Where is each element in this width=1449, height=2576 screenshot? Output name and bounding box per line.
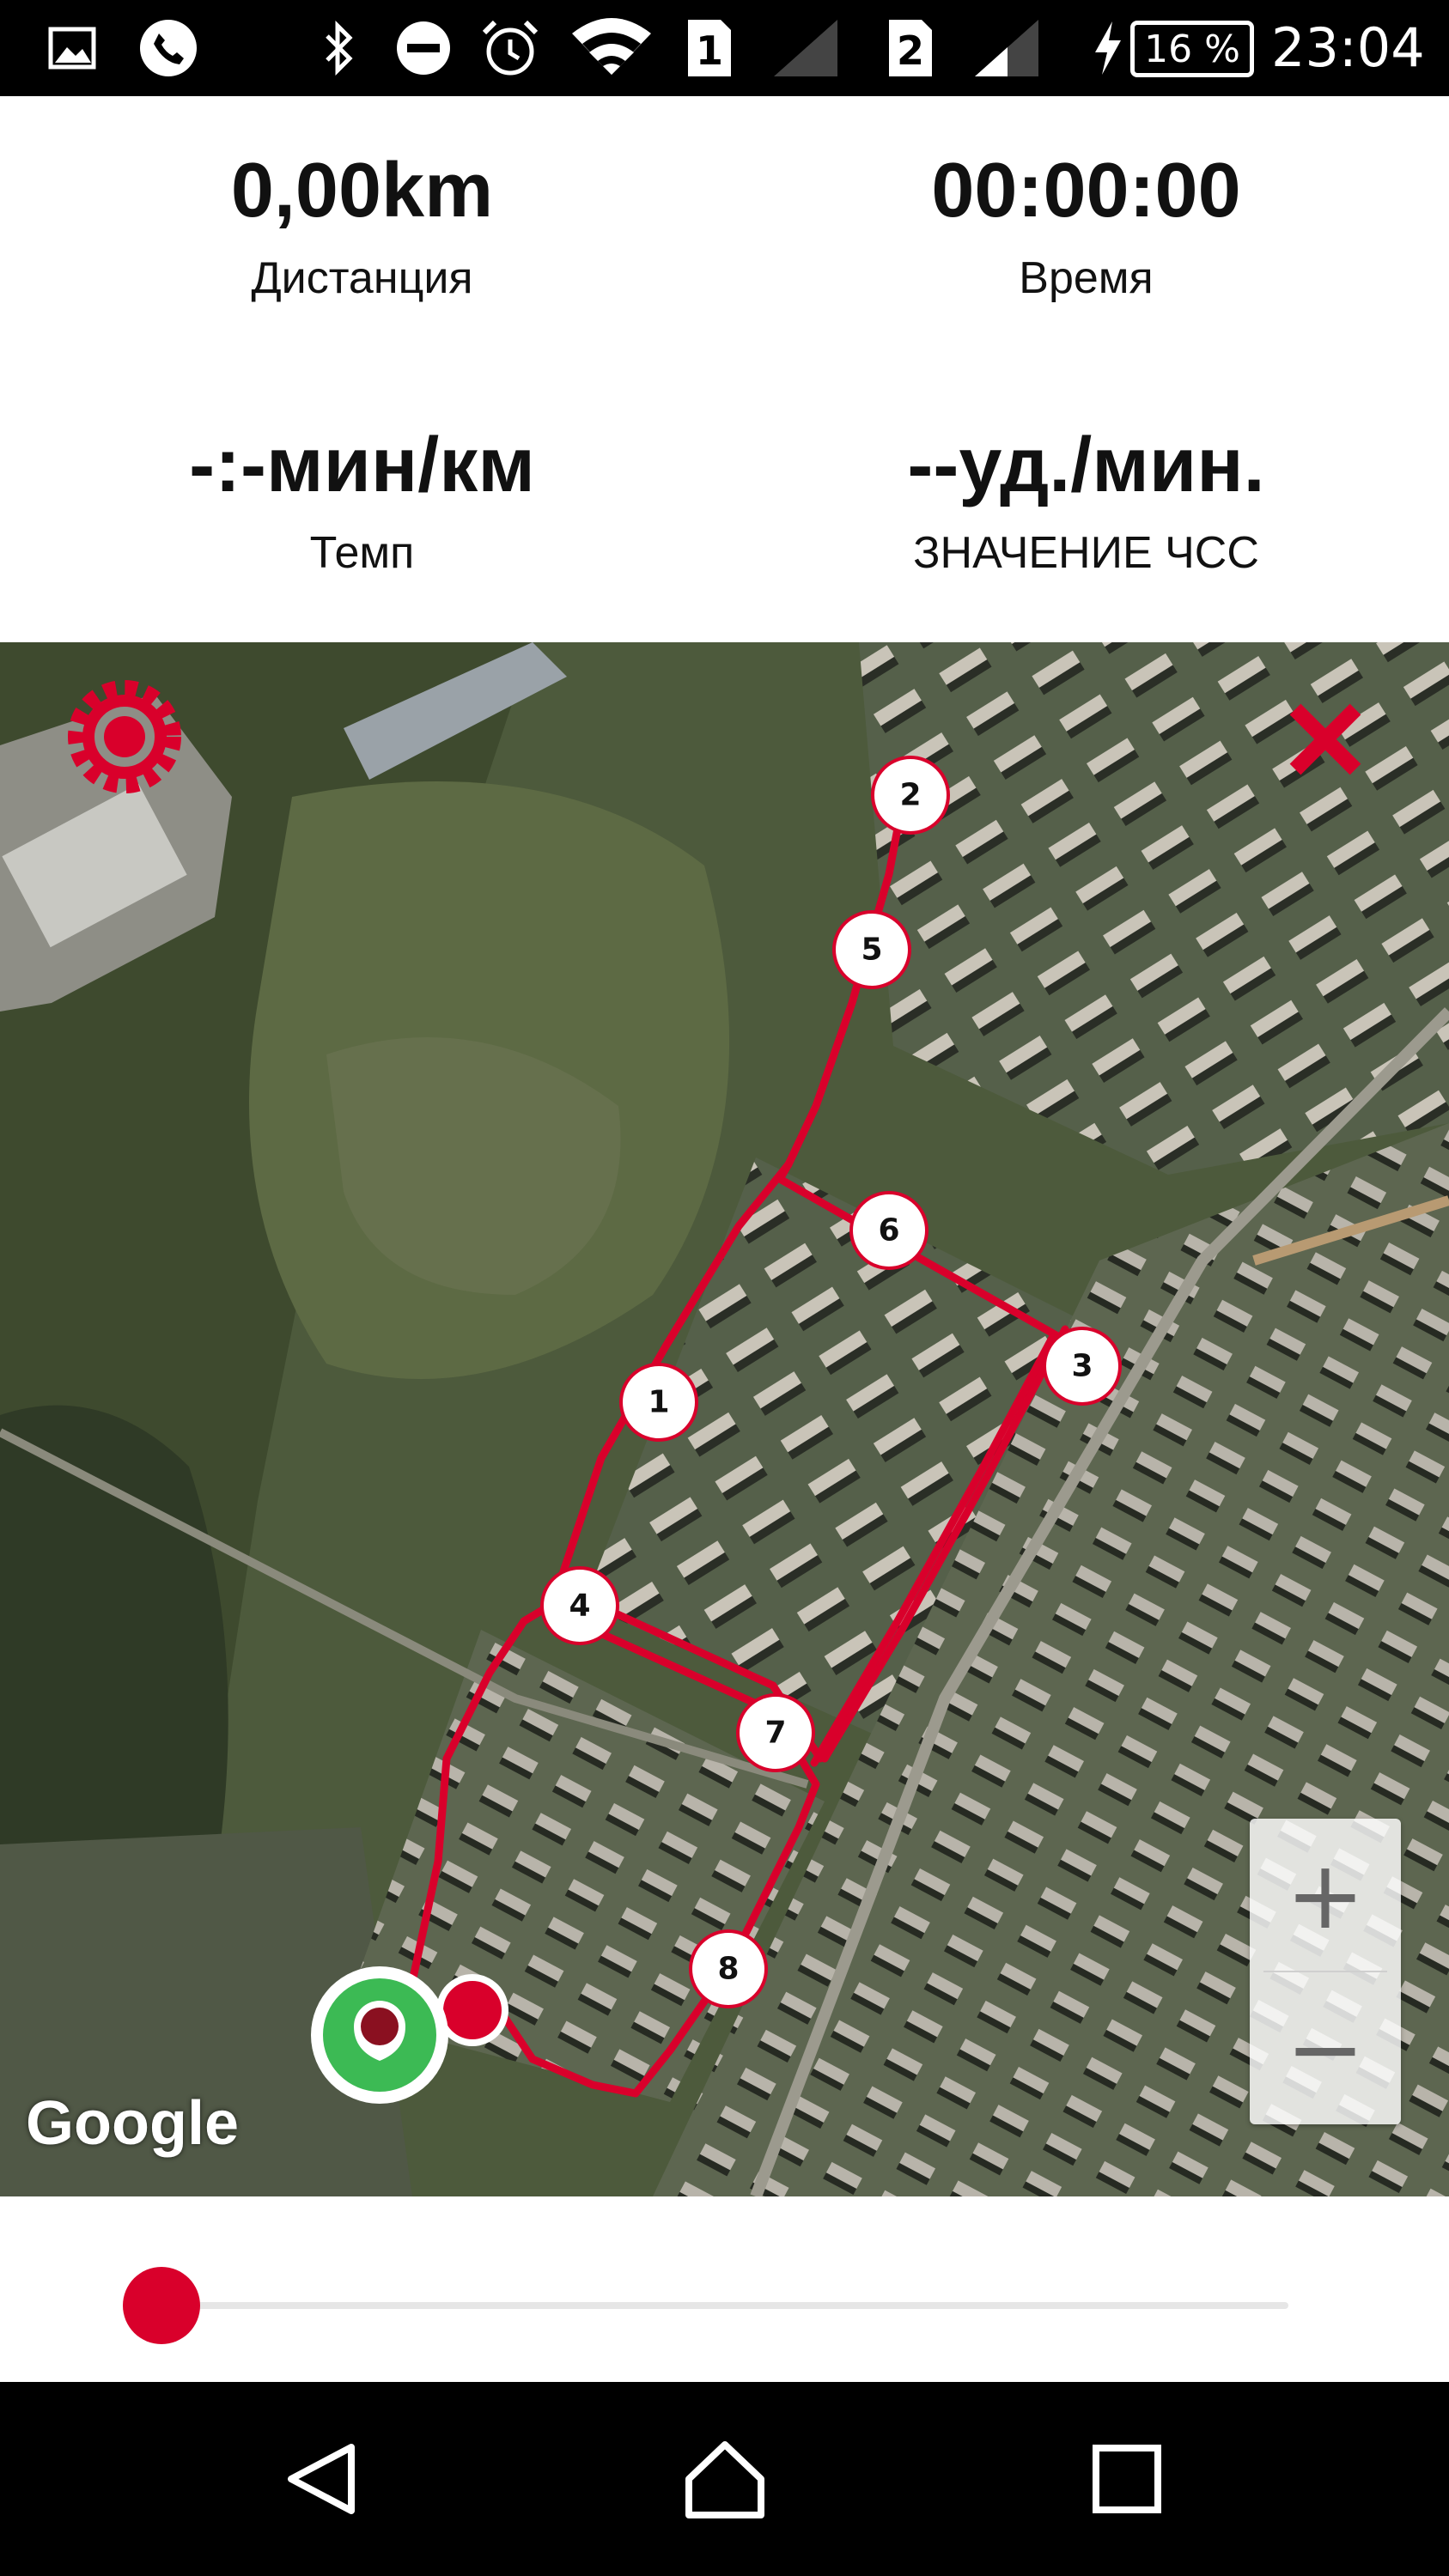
sim1-label: 1 — [696, 27, 723, 74]
sim1-icon: 1 — [684, 19, 735, 77]
distance-label: Дистанция — [251, 253, 473, 303]
time-value: 00:00:00 — [931, 148, 1241, 234]
waypoint-label: 7 — [764, 1716, 786, 1751]
bluetooth-icon — [318, 19, 361, 77]
home-icon — [685, 2441, 764, 2518]
pace-label: Темп — [309, 528, 415, 578]
waypoint-marker[interactable]: 7 — [736, 1693, 815, 1772]
distance-value: 0,00km — [230, 148, 494, 234]
waypoint-marker[interactable]: 6 — [849, 1191, 928, 1270]
time-label: Время — [1019, 253, 1154, 303]
slider-area — [0, 2196, 1449, 2382]
signal-icon — [972, 19, 1041, 77]
waypoint-label: 4 — [569, 1589, 590, 1624]
waypoint-label: 5 — [861, 933, 882, 968]
waypoint-marker[interactable]: 4 — [540, 1566, 619, 1645]
recents-button[interactable] — [1041, 2382, 1213, 2576]
navigation-bar — [0, 2382, 1449, 2576]
waypoint-label: 1 — [648, 1385, 669, 1420]
waypoint-marker[interactable]: 2 — [871, 756, 950, 835]
phone-icon — [137, 19, 199, 77]
waypoint-marker[interactable]: 8 — [689, 1929, 768, 2008]
battery-icon: 16 % — [1130, 21, 1254, 77]
progress-slider-track[interactable] — [161, 2302, 1288, 2309]
pace-stat: -:-мин/км Темп — [0, 422, 724, 579]
start-marker-icon[interactable] — [311, 1966, 448, 2104]
waypoint-marker[interactable]: 3 — [1043, 1327, 1122, 1406]
status-bar: 1 2 16 % 23:04 — [0, 0, 1449, 96]
battery-percent: 16 % — [1144, 27, 1240, 71]
recents-square-icon — [1093, 2445, 1161, 2513]
clock-time: 23:04 — [1271, 16, 1425, 79]
stats-panel: 0,00km Дистанция 00:00:00 Время -:-мин/к… — [0, 96, 1449, 642]
map-view[interactable]: 1 2 3 4 5 6 7 8 — [0, 642, 1449, 2196]
heart-rate-stat: --уд./мин. ЗНАЧЕНИЕ ЧСС — [724, 422, 1448, 579]
home-button[interactable] — [639, 2382, 811, 2576]
pace-value: -:-мин/км — [189, 422, 535, 508]
heart-rate-label: ЗНАЧЕНИЕ ЧСС — [913, 528, 1259, 578]
back-triangle-icon — [288, 2444, 355, 2514]
alarm-icon — [478, 19, 543, 77]
progress-slider-thumb[interactable] — [123, 2267, 200, 2344]
distance-stat: 0,00km Дистанция — [0, 148, 724, 304]
waypoint-label: 2 — [899, 778, 921, 813]
zoom-controls: + − — [1250, 1819, 1401, 2124]
zoom-in-button[interactable]: + — [1250, 1819, 1401, 1971]
back-button[interactable] — [237, 2382, 409, 2576]
sim2-icon: 2 — [885, 19, 936, 77]
waypoint-marker[interactable]: 5 — [832, 910, 911, 989]
charging-icon — [1091, 19, 1125, 77]
sim2-label: 2 — [897, 27, 924, 74]
waypoint-label: 6 — [878, 1213, 899, 1249]
heart-rate-value: --уд./мин. — [907, 422, 1265, 508]
image-icon — [46, 19, 98, 77]
wifi-icon — [570, 18, 653, 77]
waypoint-label: 8 — [717, 1952, 739, 1987]
waypoint-marker[interactable]: 1 — [619, 1363, 698, 1442]
waypoint-label: 3 — [1071, 1349, 1093, 1384]
time-stat: 00:00:00 Время — [724, 148, 1448, 304]
satellite-map[interactable]: 1 2 3 4 5 6 7 8 — [0, 642, 1449, 2196]
signal-icon — [771, 19, 840, 77]
zoom-out-button[interactable]: − — [1250, 1972, 1401, 2124]
google-logo: Google — [26, 2089, 239, 2158]
dnd-icon — [393, 19, 454, 77]
